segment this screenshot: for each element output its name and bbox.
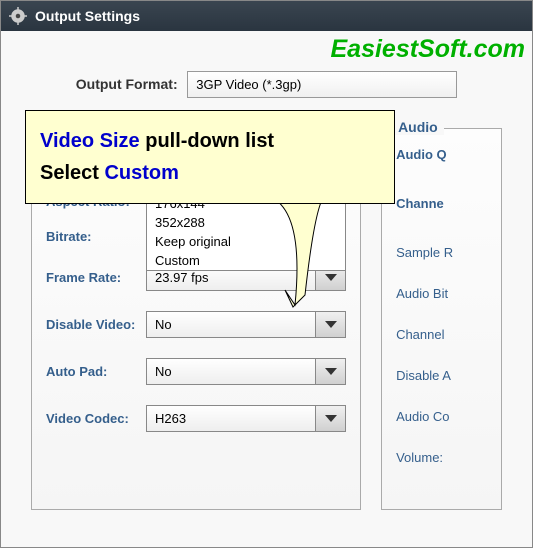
window-title: Output Settings — [35, 8, 140, 24]
auto-pad-combo[interactable]: No — [146, 358, 346, 385]
auto-pad-label: Auto Pad: — [46, 364, 146, 379]
chevron-down-icon[interactable] — [315, 406, 345, 431]
frame-rate-label: Frame Rate: — [46, 270, 146, 285]
video-codec-label: Video Codec: — [46, 411, 146, 426]
sample-rate-label: Sample R — [396, 245, 487, 260]
volume-label: Volume: — [396, 450, 487, 465]
channel-label: Channe — [396, 196, 487, 211]
video-codec-row: Video Codec: H263 — [46, 405, 346, 432]
output-format-label: Output Format: — [76, 76, 178, 92]
video-codec-combo[interactable]: H263 — [146, 405, 346, 432]
audio-panel: Audio Audio Q Channe Sample R Audio Bit … — [381, 128, 502, 510]
watermark-text: EasiestSoft.com — [330, 35, 525, 64]
audio-quality-label: Audio Q — [396, 147, 487, 162]
disable-video-label: Disable Video: — [46, 317, 146, 332]
audio-panel-title: Audio — [392, 119, 444, 135]
output-format-row: Output Format: 3GP Video (*.3gp) — [11, 71, 522, 98]
gear-icon — [9, 7, 27, 25]
audio-codec-label: Audio Co — [396, 409, 487, 424]
tutorial-callout: Video Size pull-down list Select Custom — [25, 110, 395, 204]
chevron-down-icon[interactable] — [315, 359, 345, 384]
output-format-select[interactable]: 3GP Video (*.3gp) — [187, 71, 457, 98]
disable-audio-label: Disable A — [396, 368, 487, 383]
channel-count-label: Channel — [396, 327, 487, 342]
auto-pad-row: Auto Pad: No — [46, 358, 346, 385]
callout-tail-icon — [255, 195, 335, 325]
bitrate-label: Bitrate: — [46, 229, 146, 244]
titlebar: Output Settings — [1, 1, 532, 31]
audio-bitrate-label: Audio Bit — [396, 286, 487, 301]
